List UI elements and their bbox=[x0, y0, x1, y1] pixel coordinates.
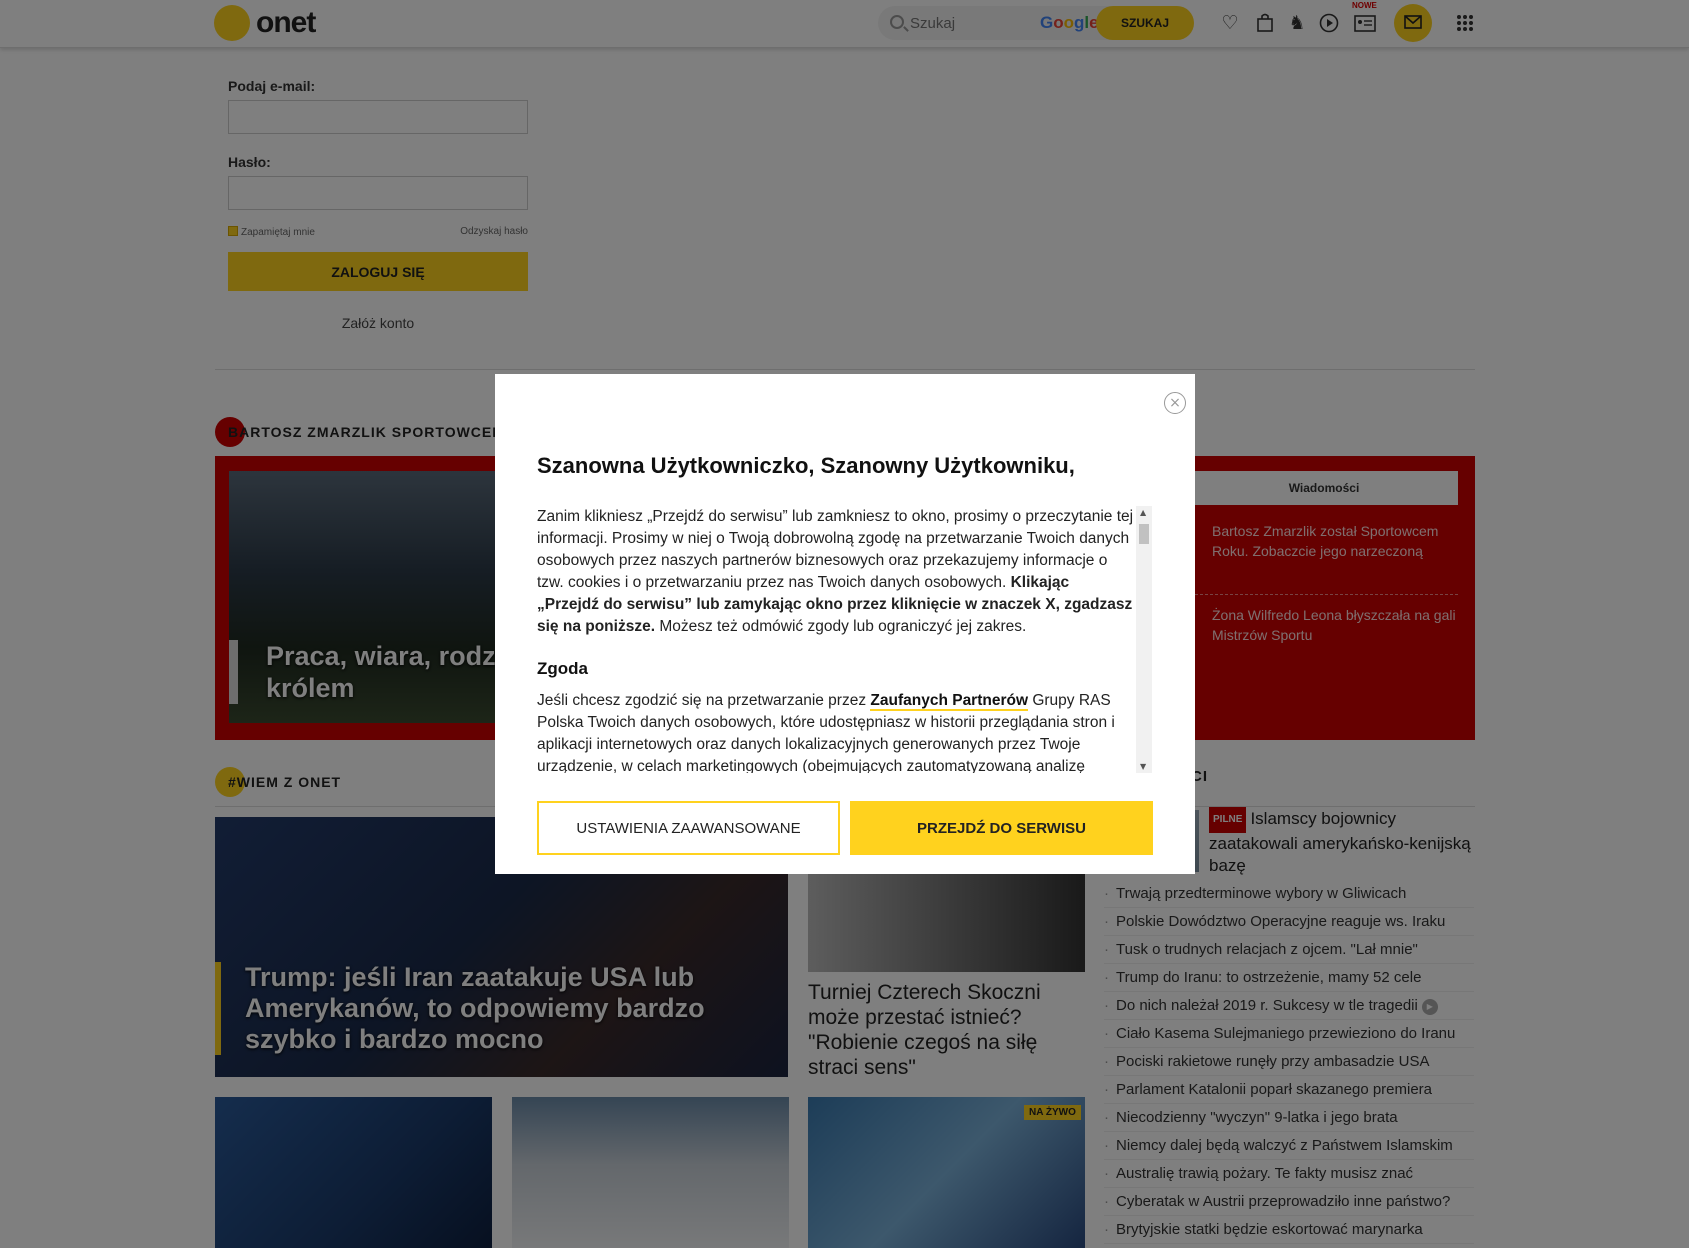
consent-heading: Zgoda bbox=[537, 659, 588, 678]
scroll-up-icon[interactable]: ▲ bbox=[1140, 508, 1146, 517]
dialog-scrollbar[interactable]: ▲ ▼ bbox=[1136, 506, 1152, 773]
modal-backdrop: × Szanowna Użytkowniczko, Szanowny Użytk… bbox=[0, 0, 1689, 1248]
close-button[interactable]: × bbox=[1164, 392, 1186, 414]
dialog-body[interactable]: Zanim klikniesz „Przejdź do serwisu” lub… bbox=[537, 506, 1134, 773]
proceed-button[interactable]: PRZEJDŹ DO SERWISU bbox=[850, 801, 1153, 855]
advanced-settings-button[interactable]: USTAWIENIA ZAAWANSOWANE bbox=[537, 801, 840, 855]
dialog-title: Szanowna Użytkowniczko, Szanowny Użytkow… bbox=[537, 453, 1075, 478]
consent-paragraph: Jeśli chcesz zgodzić się na przetwarzani… bbox=[537, 692, 1115, 773]
consent-dialog: × Szanowna Użytkowniczko, Szanowny Użytk… bbox=[495, 374, 1195, 874]
scrollbar-thumb[interactable] bbox=[1139, 524, 1149, 544]
intro-paragraph: Zanim klikniesz „Przejdź do serwisu” lub… bbox=[537, 508, 1134, 635]
trusted-partners-link[interactable]: Zaufanych Partnerów bbox=[870, 692, 1029, 711]
scroll-down-icon[interactable]: ▼ bbox=[1140, 762, 1146, 771]
